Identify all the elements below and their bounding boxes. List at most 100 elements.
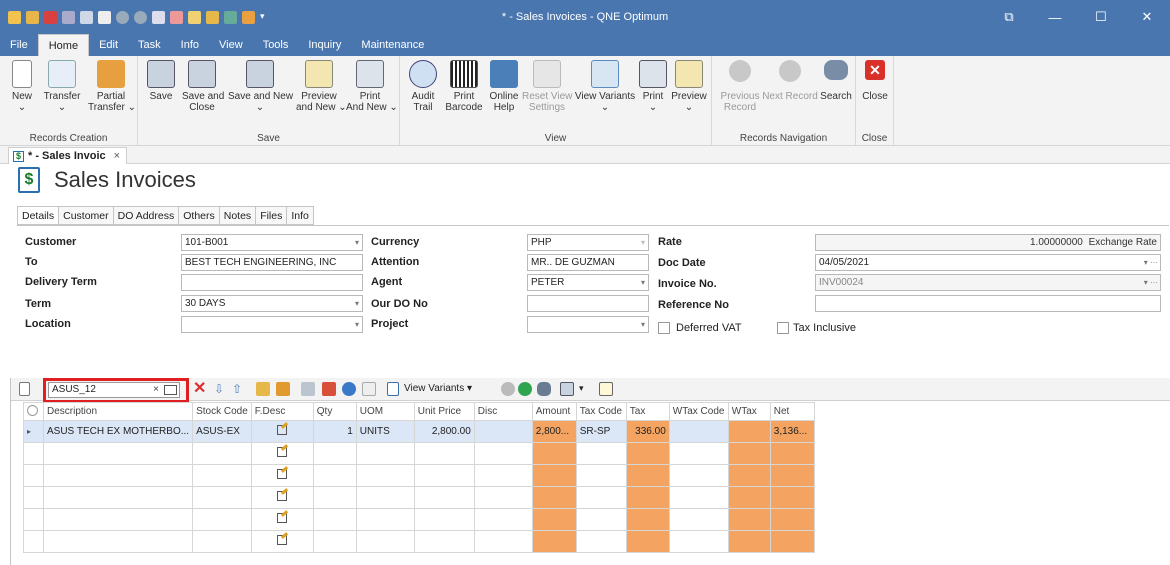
cell-f-desc[interactable] xyxy=(250,420,314,443)
menu-tab-info[interactable]: Info xyxy=(171,34,209,56)
search-button[interactable]: Search xyxy=(818,60,854,102)
restore-icon[interactable]: ⧉ xyxy=(986,0,1032,34)
close-button[interactable]: ✕ Close xyxy=(861,60,889,102)
partial-transfer-button[interactable]: Partial Transfer ⌄ xyxy=(88,60,136,113)
to-field[interactable]: BEST TECH ENGINEERING, INC xyxy=(181,254,363,271)
edit-description-icon[interactable] xyxy=(277,425,288,435)
preview-button[interactable]: Preview ⌄ xyxy=(670,60,708,113)
table-row[interactable] xyxy=(23,442,815,465)
attention-field[interactable]: MR.. DE GUZMAN xyxy=(527,254,649,271)
reset-view-settings-button[interactable]: Reset View Settings xyxy=(522,60,572,113)
qa-chart-icon[interactable] xyxy=(242,10,255,24)
export-icon[interactable] xyxy=(362,382,376,396)
cell-tax-code[interactable]: SR-SP xyxy=(575,420,627,443)
save-and-new-button[interactable]: Save and New ⌄ xyxy=(228,60,293,113)
chevron-down-icon[interactable]: ▾ xyxy=(641,275,645,290)
keyboard-icon[interactable] xyxy=(164,385,177,395)
qa-undo-icon[interactable] xyxy=(188,10,201,24)
tax-inclusive-checkbox[interactable] xyxy=(777,322,789,334)
col-wtax-code[interactable]: WTax Code xyxy=(668,402,729,421)
menu-tab-task[interactable]: Task xyxy=(128,34,171,56)
term-field[interactable]: 30 DAYS ▾ xyxy=(181,295,363,312)
tab-others[interactable]: Others xyxy=(179,206,220,225)
col-f-desc[interactable]: F.Desc xyxy=(250,402,314,421)
edit-description-icon[interactable] xyxy=(277,535,288,545)
customer-field[interactable]: 101-B001 ▾ xyxy=(181,234,363,251)
grid-search-input[interactable]: ASUS_12 × xyxy=(48,382,180,398)
view-variants-small-icon[interactable] xyxy=(387,382,399,396)
col-net[interactable]: Net xyxy=(769,402,815,421)
view-variants-dropdown[interactable]: View Variants ▾ xyxy=(404,383,472,394)
preview-and-new-button[interactable]: Preview and New ⌄ xyxy=(296,60,347,113)
qa-tools-icon[interactable] xyxy=(224,10,237,24)
document-tab-close-icon[interactable]: × xyxy=(114,150,120,162)
col-disc[interactable]: Disc xyxy=(473,402,533,421)
delivery-term-field[interactable] xyxy=(181,274,363,291)
col-amount[interactable]: Amount xyxy=(531,402,577,421)
transfer-button[interactable]: Transfer ⌄ xyxy=(42,60,82,113)
edit-description-icon[interactable] xyxy=(277,491,288,501)
cell-qty[interactable]: 1 xyxy=(312,420,357,443)
col-tax-code[interactable]: Tax Code xyxy=(575,402,627,421)
tab-do-address[interactable]: DO Address xyxy=(113,206,180,225)
edit-layout-icon[interactable] xyxy=(599,382,613,396)
previous-record-button[interactable]: Previous Record xyxy=(718,60,762,113)
cell-net[interactable]: 3,136... xyxy=(769,420,815,443)
currency-field[interactable]: PHP ▾ xyxy=(527,234,649,251)
cell-wtax[interactable] xyxy=(727,420,771,443)
our-do-no-field[interactable] xyxy=(527,295,649,312)
save-button[interactable]: Save xyxy=(146,60,176,102)
document-tab-sales-invoice[interactable]: $ * - Sales Invoic × xyxy=(8,147,128,164)
cell-wtax-code[interactable] xyxy=(668,420,729,443)
qa-refresh-icon[interactable] xyxy=(80,10,93,24)
edit-description-icon[interactable] xyxy=(277,447,288,457)
menu-tab-view[interactable]: View xyxy=(209,34,253,56)
qa-page-icon[interactable] xyxy=(98,10,111,24)
new-button[interactable]: New ⌄ xyxy=(6,60,38,113)
delete-row-icon[interactable]: ✕ xyxy=(193,381,207,397)
col-description[interactable]: Description xyxy=(42,402,194,421)
qa-delete-icon[interactable] xyxy=(44,10,57,24)
chevron-down-icon[interactable]: ▾ xyxy=(641,235,645,250)
exchange-rate-link[interactable]: Exchange Rate xyxy=(1089,237,1157,248)
cell-description[interactable]: ASUS TECH EX MOTHERBO... xyxy=(42,420,194,443)
menu-tab-home[interactable]: Home xyxy=(37,34,90,56)
deferred-vat-checkbox[interactable] xyxy=(658,322,670,334)
next-record-button[interactable]: Next Record xyxy=(762,60,818,102)
rate-field[interactable]: 1.00000000 Exchange Rate xyxy=(815,234,1161,251)
reference-no-field[interactable] xyxy=(815,295,1161,312)
clear-search-icon[interactable]: × xyxy=(153,383,159,397)
qa-prev-icon[interactable] xyxy=(116,10,129,24)
qa-save-close-icon[interactable] xyxy=(170,10,183,24)
menu-tab-inquiry[interactable]: Inquiry xyxy=(298,34,351,56)
qa-customize-icon[interactable]: ▾ xyxy=(260,11,268,24)
table-row[interactable] xyxy=(23,486,815,509)
location-field[interactable]: ▾ xyxy=(181,316,363,333)
qa-new-icon[interactable] xyxy=(26,10,39,24)
col-stock-code[interactable]: Stock Code xyxy=(192,402,252,421)
chevron-down-icon[interactable]: ▾ xyxy=(355,235,359,250)
edit-description-icon[interactable] xyxy=(277,469,288,479)
tab-customer[interactable]: Customer xyxy=(59,206,114,225)
close-icon[interactable]: ✕ xyxy=(1124,0,1170,34)
table-row[interactable]: ▸ ASUS TECH EX MOTHERBO... ASUS-EX 1 UNI… xyxy=(23,420,815,443)
tab-details[interactable]: Details xyxy=(17,206,60,225)
paste-icon[interactable] xyxy=(276,382,290,396)
save-layout-icon[interactable] xyxy=(560,382,574,396)
qa-report-icon[interactable] xyxy=(206,10,219,24)
qa-save-icon[interactable] xyxy=(152,10,165,24)
col-tax[interactable]: Tax xyxy=(625,402,670,421)
minimize-icon[interactable]: — xyxy=(1032,0,1078,34)
cell-disc[interactable] xyxy=(473,420,533,443)
add-icon[interactable] xyxy=(501,382,515,396)
menu-tab-file[interactable]: File xyxy=(0,34,38,56)
cell-stock-code[interactable]: ASUS-EX xyxy=(192,420,252,443)
date-picker-icon[interactable]: ▾ ··· xyxy=(1144,255,1158,270)
refresh-grid-icon[interactable] xyxy=(342,382,356,396)
print-barcode-button[interactable]: Print Barcode xyxy=(444,60,484,113)
invoice-no-picker-icon[interactable]: ▾ ··· xyxy=(1144,275,1158,290)
doc-date-field[interactable]: 04/05/2021 ▾ ··· xyxy=(815,254,1161,271)
tab-notes[interactable]: Notes xyxy=(219,206,257,225)
select-all-header[interactable] xyxy=(23,402,44,421)
print-and-new-button[interactable]: Print And New ⌄ xyxy=(346,60,398,113)
